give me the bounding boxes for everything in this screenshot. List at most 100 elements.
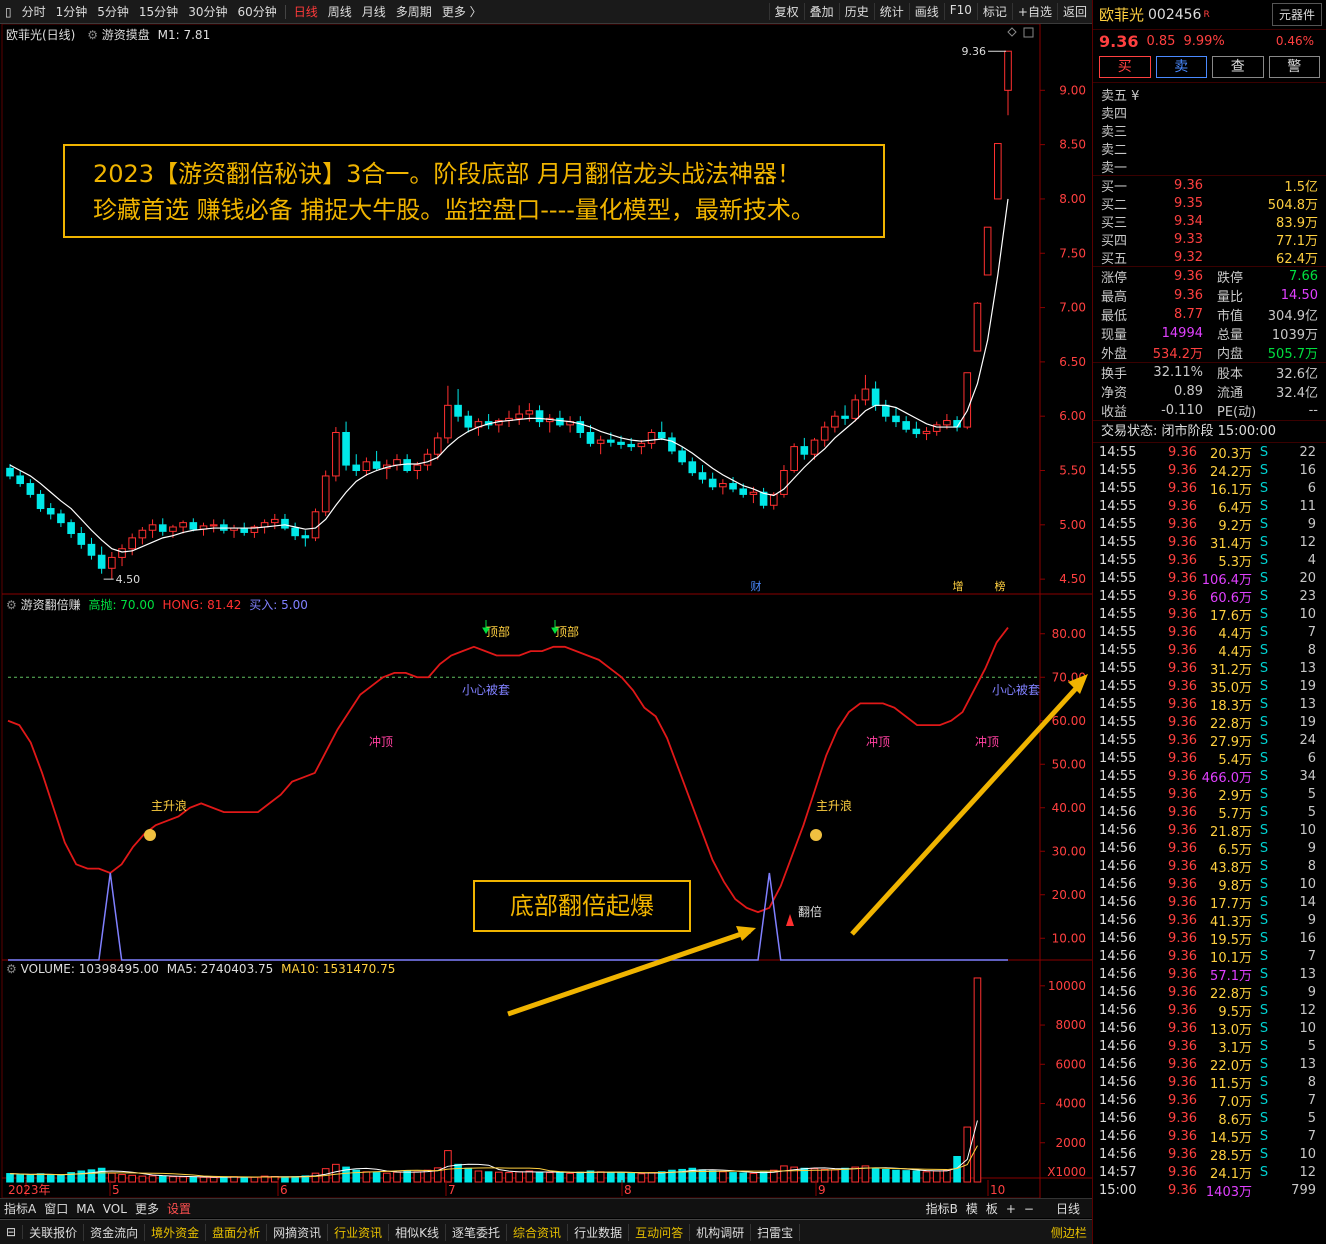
tick-cell: S bbox=[1259, 444, 1269, 460]
tick-cell: 7 bbox=[1307, 1092, 1316, 1108]
plugin-button[interactable]: 元器件 bbox=[1271, 3, 1322, 26]
indicator-tab-right[interactable]: 模 bbox=[962, 1200, 982, 1217]
tick-row: 14:56 9.36 21.8万 S 10 bbox=[1093, 821, 1326, 840]
period-tab[interactable]: 周线 bbox=[323, 3, 357, 20]
indicator-tab[interactable]: 更多 bbox=[131, 1200, 163, 1217]
stat-cell: 0.89 bbox=[1174, 384, 1203, 399]
function-tab[interactable]: 盘面分析 bbox=[206, 1223, 268, 1241]
function-tab[interactable]: 机构调研 bbox=[690, 1223, 752, 1241]
alert-button[interactable]: 警 bbox=[1268, 56, 1320, 78]
function-tab[interactable]: 资金流向 bbox=[84, 1223, 146, 1241]
tick-cell: 4.4万 bbox=[1218, 644, 1252, 660]
period-tab[interactable]: 30分钟 bbox=[183, 3, 232, 20]
tick-row: 14:55 9.36 24.2万 S 16 bbox=[1093, 461, 1326, 480]
tick-cell: S bbox=[1259, 1020, 1269, 1036]
indicator-tab[interactable]: 窗口 bbox=[40, 1200, 72, 1217]
settings-icon[interactable]: ⚙ bbox=[6, 962, 17, 976]
indicator-tab[interactable]: 设置 bbox=[163, 1200, 195, 1217]
diamond-icon[interactable] bbox=[1007, 27, 1017, 37]
tick-list[interactable]: 14:55 9.36 20.3万 S 22 14:55 9.36 24.2万 S 16 14:55 9… bbox=[1093, 442, 1326, 1200]
indicator-tab[interactable]: MA bbox=[72, 1202, 99, 1216]
indicator-tab-right[interactable]: 板 bbox=[982, 1200, 1002, 1217]
buy-level-label: 买三 bbox=[1101, 215, 1128, 231]
stat-row: 收益 -0.110 PE(动) -- bbox=[1093, 401, 1326, 420]
buy-button[interactable]: 买 bbox=[1099, 56, 1151, 78]
buy-level-price: 9.36 bbox=[1174, 177, 1203, 193]
function-tab[interactable]: 综合资讯 bbox=[507, 1223, 569, 1241]
toolbar-action-button[interactable]: 画线 bbox=[908, 3, 944, 20]
tick-cell: S bbox=[1259, 948, 1269, 964]
toolbar-action-button[interactable]: F10 bbox=[943, 3, 977, 20]
period-tab[interactable]: 5分钟 bbox=[92, 3, 134, 20]
tick-cell: 14:55 bbox=[1099, 750, 1137, 766]
toolbar-action-button[interactable]: 返回 bbox=[1056, 3, 1092, 20]
function-tab[interactable]: 境外资金 bbox=[145, 1223, 207, 1241]
indicator-tab-right[interactable]: − bbox=[1020, 1202, 1038, 1216]
settings-icon[interactable]: ⚙ bbox=[87, 28, 98, 42]
toolbar-action-button[interactable]: 统计 bbox=[873, 3, 909, 20]
sell-button[interactable]: 卖 bbox=[1155, 56, 1207, 78]
toolbar-action-button[interactable]: +自选 bbox=[1011, 3, 1057, 20]
function-tab[interactable]: 逐笔委托 bbox=[446, 1223, 508, 1241]
period-tab[interactable]: 60分钟 bbox=[232, 3, 281, 20]
settings-icon[interactable]: ⚙ bbox=[6, 598, 17, 612]
toolbar-actions: 复权 叠加 历史 统计 画线 F10 标记 +自选 返回 bbox=[768, 3, 1092, 20]
volume-bar bbox=[484, 1171, 493, 1183]
period-tab[interactable]: 更多 〉 bbox=[437, 3, 487, 20]
function-tab[interactable]: 关联报价 bbox=[23, 1223, 85, 1241]
tick-cell: S bbox=[1259, 1056, 1269, 1072]
tick-cell: 5 bbox=[1307, 804, 1316, 820]
arrow-line bbox=[507, 928, 751, 1017]
stat-cell: 总量 bbox=[1217, 328, 1244, 343]
tick-cell: 9 bbox=[1307, 912, 1316, 928]
sell-level: 卖五 ¥ bbox=[1093, 85, 1326, 104]
period-tab[interactable]: 分时 bbox=[17, 3, 51, 20]
buy-orders: 买一 9.36 1.5亿 买二 9.35 504.8万 买三 9.34 83.9万 买四 9.33 7… bbox=[1093, 175, 1326, 267]
toolbar-action-button[interactable]: 历史 bbox=[838, 3, 874, 20]
indicator-tab[interactable]: 指标A bbox=[0, 1200, 40, 1217]
indicator-tab-right[interactable]: 指标B bbox=[922, 1200, 962, 1217]
query-button[interactable]: 查 bbox=[1212, 56, 1264, 78]
volume-bar bbox=[831, 1169, 839, 1183]
chongding-label: 冲顶 bbox=[369, 734, 393, 749]
toolbar-action-button[interactable]: 标记 bbox=[976, 3, 1012, 20]
candle-body bbox=[444, 404, 452, 439]
function-tab[interactable]: 扫雷宝 bbox=[751, 1223, 801, 1241]
window-icon[interactable] bbox=[1023, 27, 1034, 38]
toolbar-action-button[interactable]: 复权 bbox=[768, 3, 804, 20]
tick-cell: S bbox=[1259, 1128, 1269, 1144]
tick-cell: 14:56 bbox=[1099, 1020, 1137, 1036]
tick-row: 14:56 9.36 43.8万 S 8 bbox=[1093, 857, 1326, 876]
panel-icon[interactable]: ▯ bbox=[0, 5, 17, 19]
function-tab[interactable]: 相似K线 bbox=[389, 1223, 447, 1241]
toolbar-action-button[interactable]: 叠加 bbox=[803, 3, 839, 20]
period-tab[interactable]: 1分钟 bbox=[51, 3, 93, 20]
candle-body bbox=[973, 302, 982, 352]
indicator-tab-right[interactable]: + bbox=[1002, 1202, 1020, 1216]
function-tab[interactable]: 行业资讯 bbox=[328, 1223, 390, 1241]
buy-level-price: 9.34 bbox=[1174, 213, 1203, 229]
tick-cell: 9.36 bbox=[1168, 678, 1197, 694]
tick-cell: 9 bbox=[1307, 840, 1316, 856]
tick-cell: S bbox=[1259, 1038, 1269, 1054]
function-tab[interactable]: 互动问答 bbox=[629, 1223, 691, 1241]
period-tab[interactable]: 月线 bbox=[357, 3, 391, 20]
function-tab[interactable]: 行业数据 bbox=[568, 1223, 630, 1241]
stat-cell: 7.66 bbox=[1289, 269, 1318, 284]
tick-cell: 9.36 bbox=[1168, 840, 1197, 856]
stats-block-1: 涨停 9.36 跌停 7.66 最高 9.36 量比 14.50 最低 8.77 市值 304.9亿现… bbox=[1093, 266, 1326, 362]
tick-cell: S bbox=[1259, 696, 1269, 712]
stat-cell: 505.7万 bbox=[1267, 347, 1318, 362]
tick-cell: 9.36 bbox=[1168, 966, 1197, 982]
indicator-tab[interactable]: VOL bbox=[99, 1202, 131, 1216]
candle-body bbox=[729, 483, 737, 490]
volume-bar bbox=[179, 1176, 187, 1183]
function-tab[interactable]: 侧边栏 bbox=[1045, 1223, 1094, 1241]
candle-body bbox=[332, 431, 340, 477]
layout-icon[interactable]: ⊟ bbox=[0, 1225, 24, 1239]
period-tab[interactable]: 多周期 bbox=[391, 3, 437, 20]
period-tab[interactable]: 日线 bbox=[289, 3, 323, 20]
stock-tag: R bbox=[1203, 9, 1210, 20]
period-tab[interactable]: 15分钟 bbox=[134, 3, 183, 20]
function-tab[interactable]: 网摘资讯 bbox=[267, 1223, 329, 1241]
